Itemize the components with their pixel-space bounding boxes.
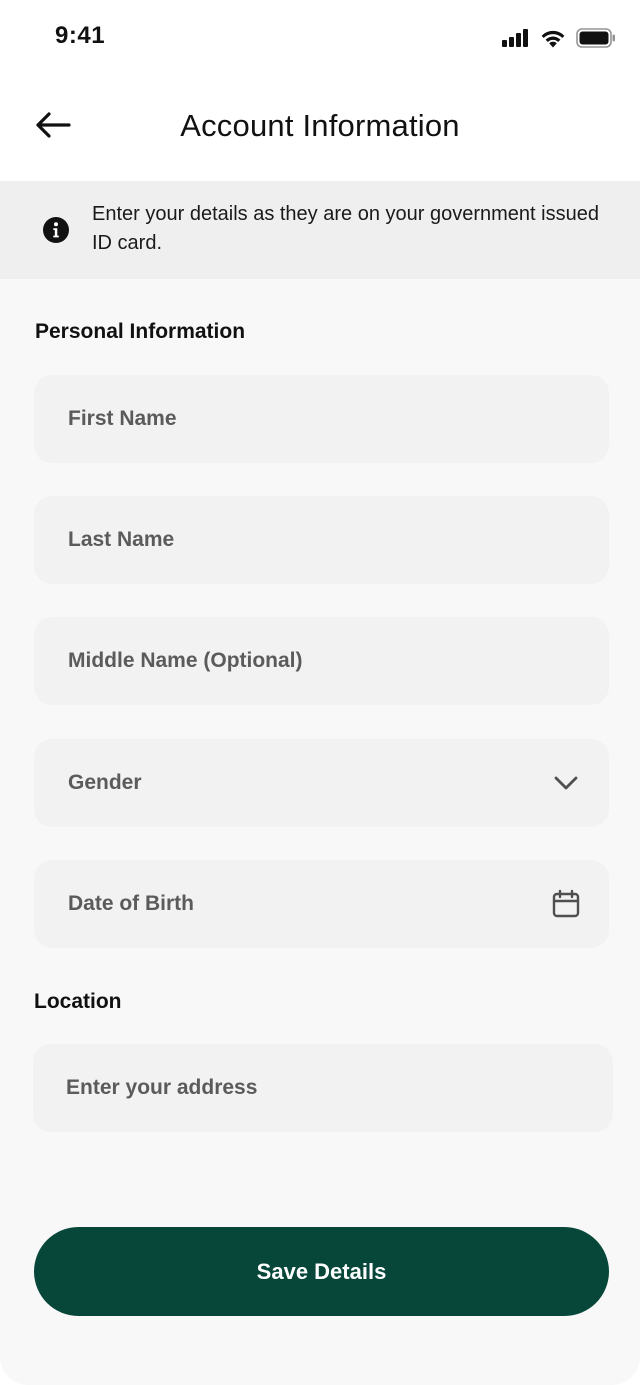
- address-field[interactable]: Enter your address: [33, 1044, 613, 1132]
- last-name-field[interactable]: Last Name: [34, 496, 609, 584]
- middle-name-placeholder: Middle Name (Optional): [68, 649, 303, 672]
- battery-icon: [576, 28, 615, 48]
- wifi-icon: [541, 30, 565, 47]
- last-name-placeholder: Last Name: [68, 528, 175, 551]
- save-details-button[interactable]: Save Details: [34, 1227, 609, 1316]
- info-icon: [43, 217, 69, 243]
- location-heading: Location: [34, 990, 122, 1013]
- page-title: Account Information: [180, 108, 460, 143]
- cellular-signal-icon: [502, 29, 528, 47]
- gender-select[interactable]: Gender: [34, 739, 609, 827]
- middle-name-field[interactable]: Middle Name (Optional): [34, 617, 609, 705]
- date-of-birth-field[interactable]: Date of Birth: [34, 860, 609, 948]
- address-placeholder: Enter your address: [66, 1076, 258, 1099]
- dob-placeholder: Date of Birth: [68, 892, 194, 915]
- screen: 9:41 Account Information Enter your deta…: [0, 0, 640, 1385]
- status-time: 9:41: [55, 22, 106, 49]
- chevron-down-icon: [554, 776, 578, 790]
- calendar-icon[interactable]: [551, 889, 581, 919]
- first-name-placeholder: First Name: [68, 407, 177, 430]
- notice-text: Enter your details as they are on your g…: [92, 203, 599, 254]
- gender-placeholder: Gender: [68, 771, 142, 794]
- top-bar: 9:41 Account Information: [0, 0, 640, 181]
- personal-info-heading: Personal Information: [35, 320, 246, 343]
- status-icons: [502, 26, 616, 50]
- first-name-field[interactable]: First Name: [34, 375, 609, 463]
